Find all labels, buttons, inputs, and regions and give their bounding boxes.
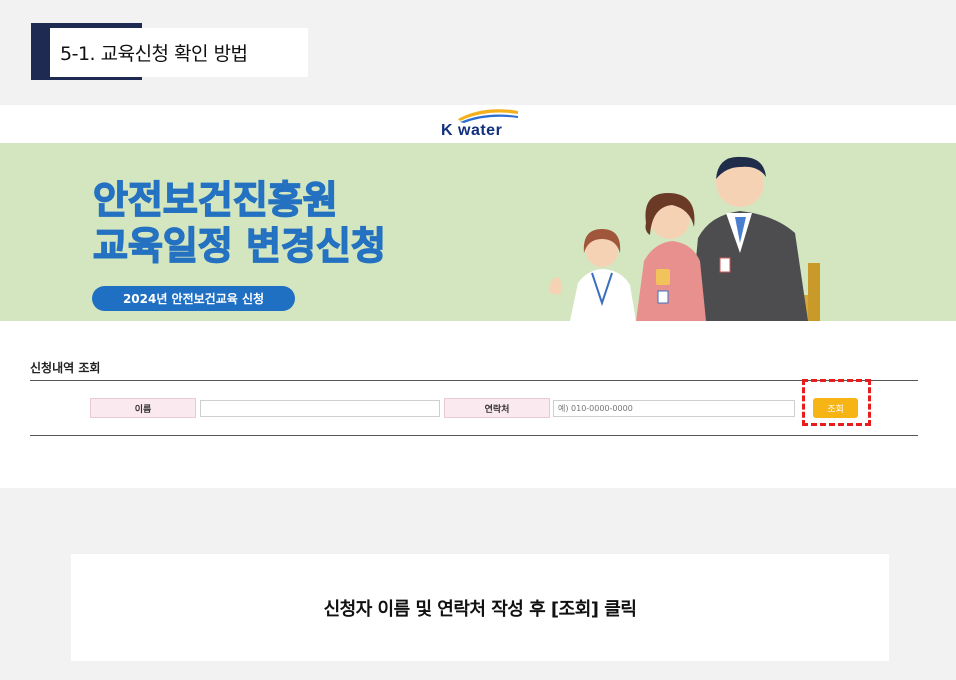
section-header: 5-1. 교육신청 확인 방법 xyxy=(31,23,308,80)
kwater-logo[interactable]: K water xyxy=(438,107,518,141)
logo-area: K water xyxy=(0,105,956,143)
logo-text: K water xyxy=(441,122,503,139)
logo-wave-icon xyxy=(458,109,518,123)
banner-title-line2: 교육일정 변경신청 xyxy=(92,223,386,269)
lookup-form: 신청내역 조회 이름 연락처 조회 xyxy=(0,321,956,488)
phone-input[interactable] xyxy=(553,400,795,417)
form-divider-bottom xyxy=(30,435,918,436)
caption-text: 신청자 이름 및 연락처 작성 후 [조회] 클릭 xyxy=(323,598,637,620)
form-divider-top xyxy=(30,380,918,381)
hero-banner: 안전보건진흥원 교육일정 변경신청 2024년 안전보건교육 신청 xyxy=(0,143,956,321)
web-page-screenshot: K water 안전보건진흥원 교육일정 변경신청 2024년 안전보건교육 신… xyxy=(0,105,956,488)
form-title: 신청내역 조회 xyxy=(30,361,101,375)
name-input[interactable] xyxy=(200,400,440,417)
banner-pill-button[interactable]: 2024년 안전보건교육 신청 xyxy=(92,286,295,311)
instruction-caption: 신청자 이름 및 연락처 작성 후 [조회] 클릭 xyxy=(71,554,889,661)
phone-label: 연락처 xyxy=(444,398,550,418)
people-illustration-icon xyxy=(549,156,820,321)
highlight-box xyxy=(802,379,871,426)
name-label: 이름 xyxy=(90,398,196,418)
section-title: 5-1. 교육신청 확인 방법 xyxy=(60,43,248,65)
banner-title-line1: 안전보건진흥원 xyxy=(92,177,338,223)
section-header-box: 5-1. 교육신청 확인 방법 xyxy=(50,28,308,77)
